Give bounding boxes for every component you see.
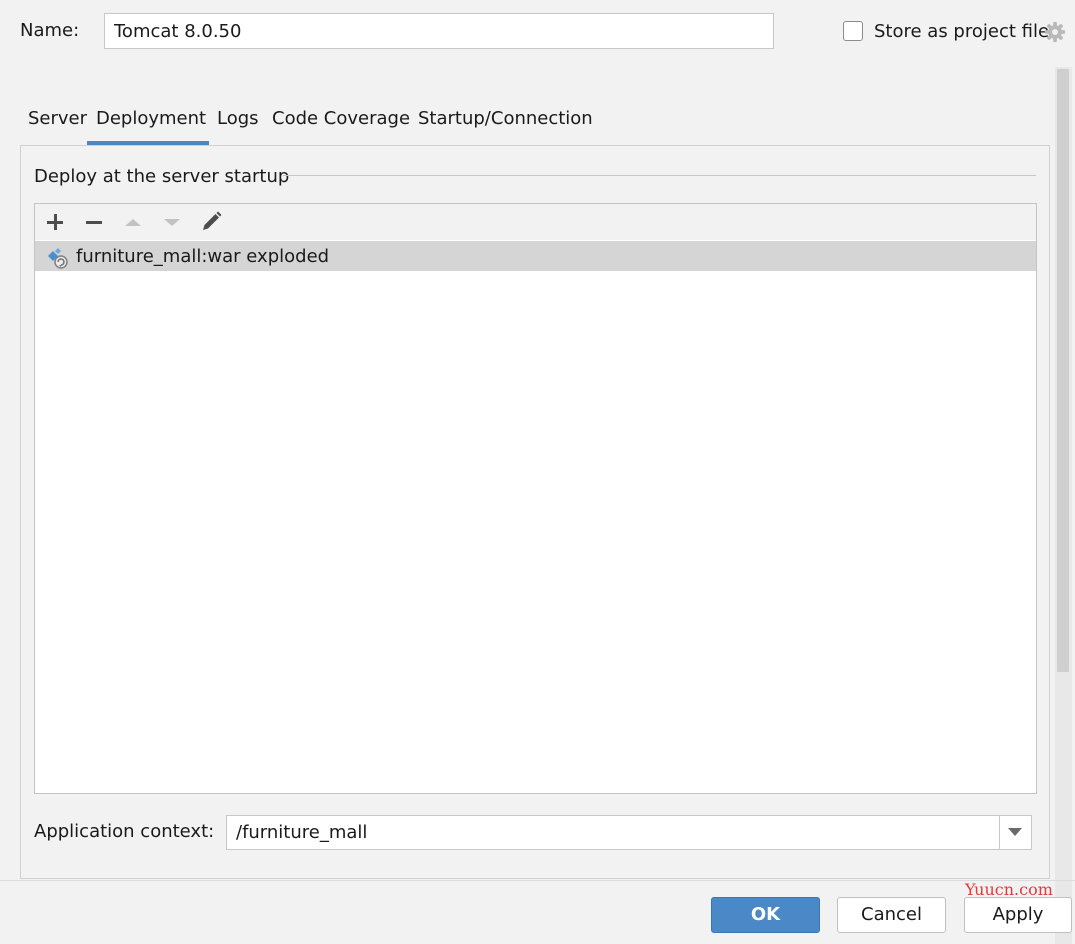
move-down-button[interactable] bbox=[159, 209, 185, 235]
move-up-button[interactable] bbox=[120, 209, 146, 235]
deployment-list[interactable] bbox=[34, 203, 1037, 794]
gear-icon[interactable] bbox=[1044, 21, 1066, 43]
apply-button[interactable]: Apply bbox=[964, 897, 1072, 933]
tab-server[interactable]: Server bbox=[28, 108, 87, 130]
plus-icon bbox=[47, 214, 63, 230]
cancel-button[interactable]: Cancel bbox=[837, 897, 946, 933]
application-context-label: Application context: bbox=[34, 821, 215, 842]
name-input[interactable] bbox=[104, 13, 774, 49]
tab-code-coverage[interactable]: Code Coverage bbox=[272, 108, 410, 130]
application-context-input[interactable] bbox=[226, 815, 1000, 850]
ok-button[interactable]: OK bbox=[711, 897, 820, 933]
remove-button[interactable] bbox=[81, 209, 107, 235]
tab-deployment[interactable]: Deployment bbox=[96, 108, 206, 130]
pencil-icon bbox=[203, 211, 222, 230]
artifact-icon bbox=[48, 248, 68, 269]
tab-logs[interactable]: Logs bbox=[217, 108, 259, 130]
name-label: Name: bbox=[20, 20, 80, 41]
artifact-label: furniture_mall:war exploded bbox=[76, 246, 330, 267]
store-as-project-file-checkbox[interactable] bbox=[843, 21, 863, 41]
tab-startup-connection[interactable]: Startup/Connection bbox=[418, 108, 593, 130]
watermark: Yuucn.com bbox=[965, 880, 1053, 899]
footer-divider bbox=[0, 880, 1075, 881]
scrollbar-thumb[interactable] bbox=[1057, 69, 1069, 672]
arrow-up-icon bbox=[125, 219, 141, 226]
section-divider bbox=[283, 175, 1036, 176]
list-toolbar bbox=[35, 204, 1036, 240]
add-button[interactable] bbox=[42, 209, 68, 235]
minus-icon bbox=[86, 221, 102, 224]
arrow-down-icon bbox=[164, 219, 180, 226]
section-title: Deploy at the server startup bbox=[34, 166, 290, 187]
edit-button[interactable] bbox=[198, 209, 224, 235]
store-as-project-file-label[interactable]: Store as project file bbox=[874, 21, 1049, 43]
chevron-down-icon bbox=[1008, 828, 1022, 836]
